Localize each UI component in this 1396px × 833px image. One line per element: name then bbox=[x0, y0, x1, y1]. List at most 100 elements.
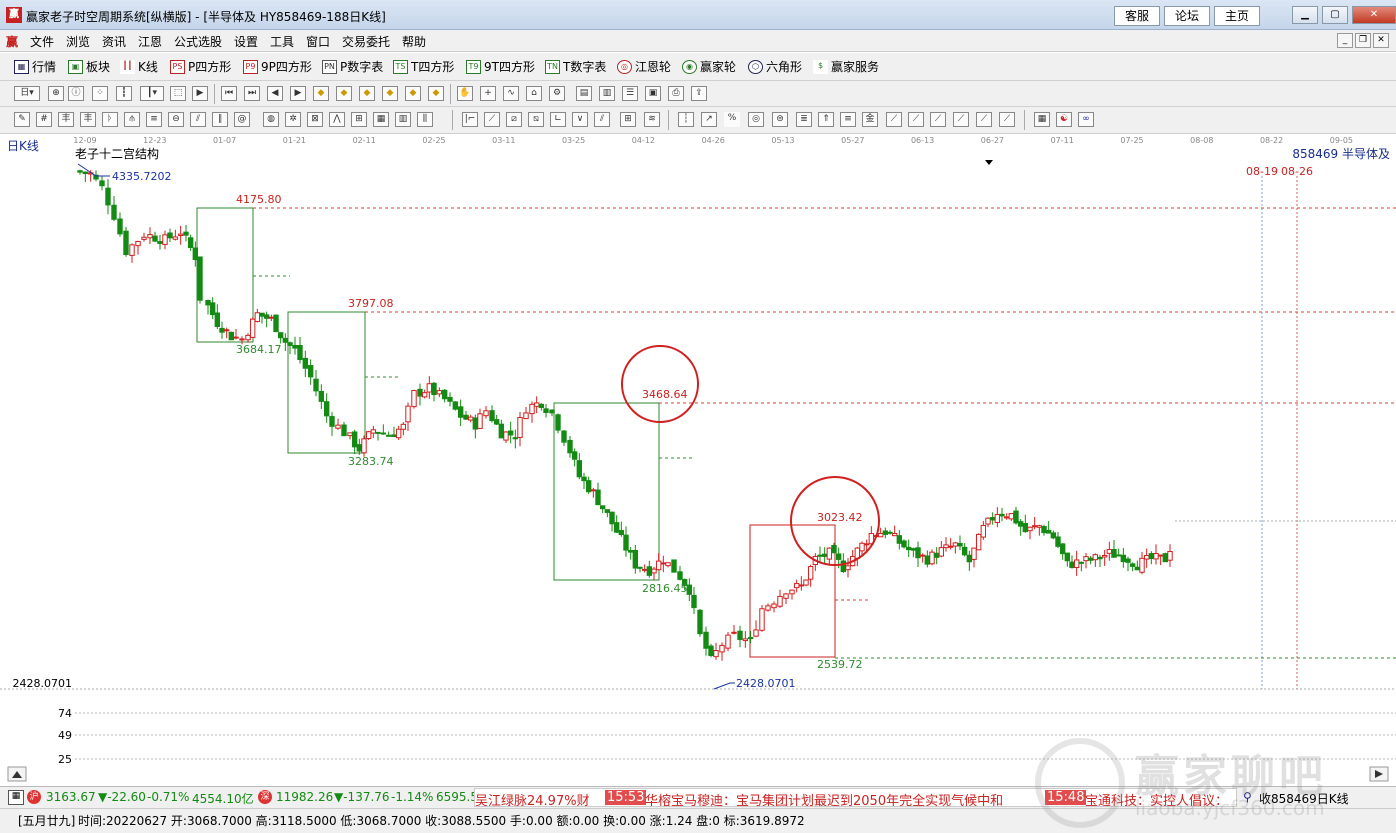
mdi-restore-button[interactable]: ❐ bbox=[1355, 33, 1371, 48]
star-icon[interactable]: ✲ bbox=[285, 112, 301, 127]
home-link[interactable]: 主页 bbox=[1214, 6, 1260, 26]
grid-tool-icon[interactable]: ⊞ bbox=[351, 112, 367, 127]
calendar-icon[interactable]: ▤ bbox=[576, 86, 592, 101]
yin-yang-icon[interactable]: ☯ bbox=[1056, 112, 1072, 127]
circle-tool-icon[interactable]: ◍ bbox=[263, 112, 279, 127]
hand-icon[interactable]: ✋ bbox=[457, 86, 473, 101]
market-grid-icon[interactable]: ▦ bbox=[8, 790, 24, 805]
fan-icon[interactable]: ⫛ bbox=[124, 112, 140, 127]
draw-tool-icon[interactable]: ⬚ bbox=[170, 86, 186, 101]
close-button[interactable]: ✕ bbox=[1352, 6, 1396, 24]
menu-gann[interactable]: 江恩 bbox=[138, 33, 162, 50]
channel-icon[interactable]: ⫽ bbox=[594, 112, 610, 127]
trend-fan6-icon[interactable]: ⟋ bbox=[999, 112, 1015, 127]
spiral-icon[interactable]: @ bbox=[234, 112, 250, 127]
p-square-button[interactable]: PS P四方形 bbox=[170, 58, 231, 75]
diamond-6-icon[interactable]: ◆ bbox=[428, 86, 444, 101]
menu-trade[interactable]: 交易委托 bbox=[342, 33, 390, 50]
customer-service-link[interactable]: 客服 bbox=[1114, 6, 1160, 26]
diag-box-icon[interactable]: ⧅ bbox=[528, 112, 544, 127]
first-icon[interactable]: ⏮ bbox=[221, 86, 237, 101]
service-button[interactable]: $ 赢家服务 bbox=[813, 58, 879, 75]
save-icon[interactable]: ▣ bbox=[645, 86, 661, 101]
fib-fan-icon[interactable]: ⟋ bbox=[484, 112, 500, 127]
t-square-button[interactable]: TS T四方形 bbox=[393, 58, 454, 75]
diamond-3-icon[interactable]: ◆ bbox=[359, 86, 375, 101]
v-icon[interactable]: ∨ bbox=[572, 112, 588, 127]
cycle-icon[interactable]: |⌐ bbox=[462, 112, 478, 127]
mdi-close-button[interactable]: ✕ bbox=[1373, 33, 1389, 48]
candle-style-icon[interactable]: ┇ bbox=[116, 86, 132, 101]
yingjia-wheel-button[interactable]: ◉ 赢家轮 bbox=[682, 58, 736, 75]
ellipse-icon[interactable]: ⊖ bbox=[168, 112, 184, 127]
diamond-5-icon[interactable]: ◆ bbox=[405, 86, 421, 101]
fib-levels-icon[interactable]: ≡ bbox=[840, 112, 856, 127]
trend-fan2-icon[interactable]: ⟋ bbox=[908, 112, 924, 127]
kline-button[interactable]: ┃┃ K线 bbox=[120, 58, 158, 75]
angle-icon[interactable]: ∟ bbox=[550, 112, 566, 127]
zigzag-icon[interactable]: ⋀ bbox=[329, 112, 345, 127]
mdi-minimize-button[interactable]: _ bbox=[1337, 33, 1353, 48]
p-number-table-button[interactable]: PN P数字表 bbox=[322, 58, 383, 75]
fib-box-icon[interactable]: ⧄ bbox=[506, 112, 522, 127]
matrix-icon[interactable]: ▦ bbox=[373, 112, 389, 127]
diamond-2-icon[interactable]: ◆ bbox=[336, 86, 352, 101]
hash-icon[interactable]: # bbox=[36, 112, 52, 127]
gann-wheel-button[interactable]: ◎ 江恩轮 bbox=[617, 58, 671, 75]
period-dropdown-icon[interactable]: 日▾ bbox=[14, 86, 40, 101]
fork2-icon[interactable]: 丰 bbox=[80, 112, 96, 127]
news-ticker[interactable]: 吴江绿脉24.97%财 15:53 华榕宝马穆迪：宝马集团计划最迟到2050年完… bbox=[474, 788, 1237, 807]
candle-dropdown-icon[interactable]: ┃▾ bbox=[140, 86, 164, 101]
lines-icon[interactable]: ≋ bbox=[644, 112, 660, 127]
next-icon[interactable]: ▶ bbox=[290, 86, 306, 101]
line-tool-icon[interactable]: ∿ bbox=[503, 86, 519, 101]
wave-icon[interactable]: ∥ bbox=[212, 112, 228, 127]
list-icon[interactable]: ☰ bbox=[622, 86, 638, 101]
menu-browse[interactable]: 浏览 bbox=[66, 33, 90, 50]
print-icon[interactable]: ⎙ bbox=[668, 86, 684, 101]
gear-icon[interactable]: ⚙ bbox=[549, 86, 565, 101]
scatter-icon[interactable]: ⁘ bbox=[92, 86, 108, 101]
percent-icon[interactable]: % bbox=[724, 112, 740, 127]
crosshair-icon[interactable]: + bbox=[480, 86, 496, 101]
table-grid-icon[interactable]: ▦ bbox=[1034, 112, 1050, 127]
maximize-button[interactable]: ▢ bbox=[1322, 6, 1348, 24]
ruler-icon[interactable]: ┆ bbox=[678, 112, 694, 127]
forum-link[interactable]: 论坛 bbox=[1164, 6, 1210, 26]
9t-square-button[interactable]: T9 9T四方形 bbox=[466, 58, 535, 75]
menu-tools[interactable]: 工具 bbox=[270, 33, 294, 50]
kline-chart[interactable]: 12-09 12-23 01-07 01-21 02-11 02-25 03-11 03-25… bbox=[0, 134, 1396, 783]
trend-fan-icon[interactable]: ⟋ bbox=[886, 112, 902, 127]
last-icon[interactable]: ⏭ bbox=[244, 86, 260, 101]
levels-icon[interactable]: ≣ bbox=[796, 112, 812, 127]
circle-percent-icon[interactable]: ◎ bbox=[748, 112, 764, 127]
bars-icon[interactable]: ▥ bbox=[395, 112, 411, 127]
tree-icon[interactable]: ᚦ bbox=[102, 112, 118, 127]
trend-fan4-icon[interactable]: ⟋ bbox=[953, 112, 969, 127]
diamond-4-icon[interactable]: ◆ bbox=[382, 86, 398, 101]
prev-icon[interactable]: ◀ bbox=[267, 86, 283, 101]
export-icon[interactable]: ⇪ bbox=[691, 86, 707, 101]
kline-chart-canvas[interactable]: 12-09 12-23 01-07 01-21 02-11 02-25 03-11 03-25… bbox=[0, 134, 1396, 783]
t-number-table-button[interactable]: TN T数字表 bbox=[545, 58, 606, 75]
table-icon[interactable]: ▥ bbox=[599, 86, 615, 101]
pen-icon[interactable]: ✎ bbox=[14, 112, 30, 127]
box-x-icon[interactable]: ⊠ bbox=[307, 112, 323, 127]
minimize-button[interactable]: ▁ bbox=[1292, 6, 1318, 24]
arrow-up-icon[interactable]: ⇑ bbox=[818, 112, 834, 127]
flag-icon[interactable]: ▶ bbox=[192, 86, 208, 101]
grid-box-icon[interactable]: ⊞ bbox=[620, 112, 636, 127]
zoom-icon[interactable]: ⊕ bbox=[48, 86, 64, 101]
search-icon[interactable]: ⚲ bbox=[1243, 790, 1252, 804]
gift-icon[interactable]: ⌂ bbox=[526, 86, 542, 101]
infinity-icon[interactable]: ∞ bbox=[1078, 112, 1094, 127]
menu-settings[interactable]: 设置 bbox=[234, 33, 258, 50]
gold-circle-icon[interactable]: ⊜ bbox=[772, 112, 788, 127]
columns-icon[interactable]: ⫼ bbox=[417, 112, 433, 127]
sectors-button[interactable]: ▣ 板块 bbox=[68, 58, 110, 75]
menu-window[interactable]: 窗口 bbox=[306, 33, 330, 50]
menu-info[interactable]: 资讯 bbox=[102, 33, 126, 50]
menu-help[interactable]: 帮助 bbox=[402, 33, 426, 50]
gann-fan-icon[interactable]: ⫽ bbox=[190, 112, 206, 127]
fork-icon[interactable]: 丰 bbox=[58, 112, 74, 127]
